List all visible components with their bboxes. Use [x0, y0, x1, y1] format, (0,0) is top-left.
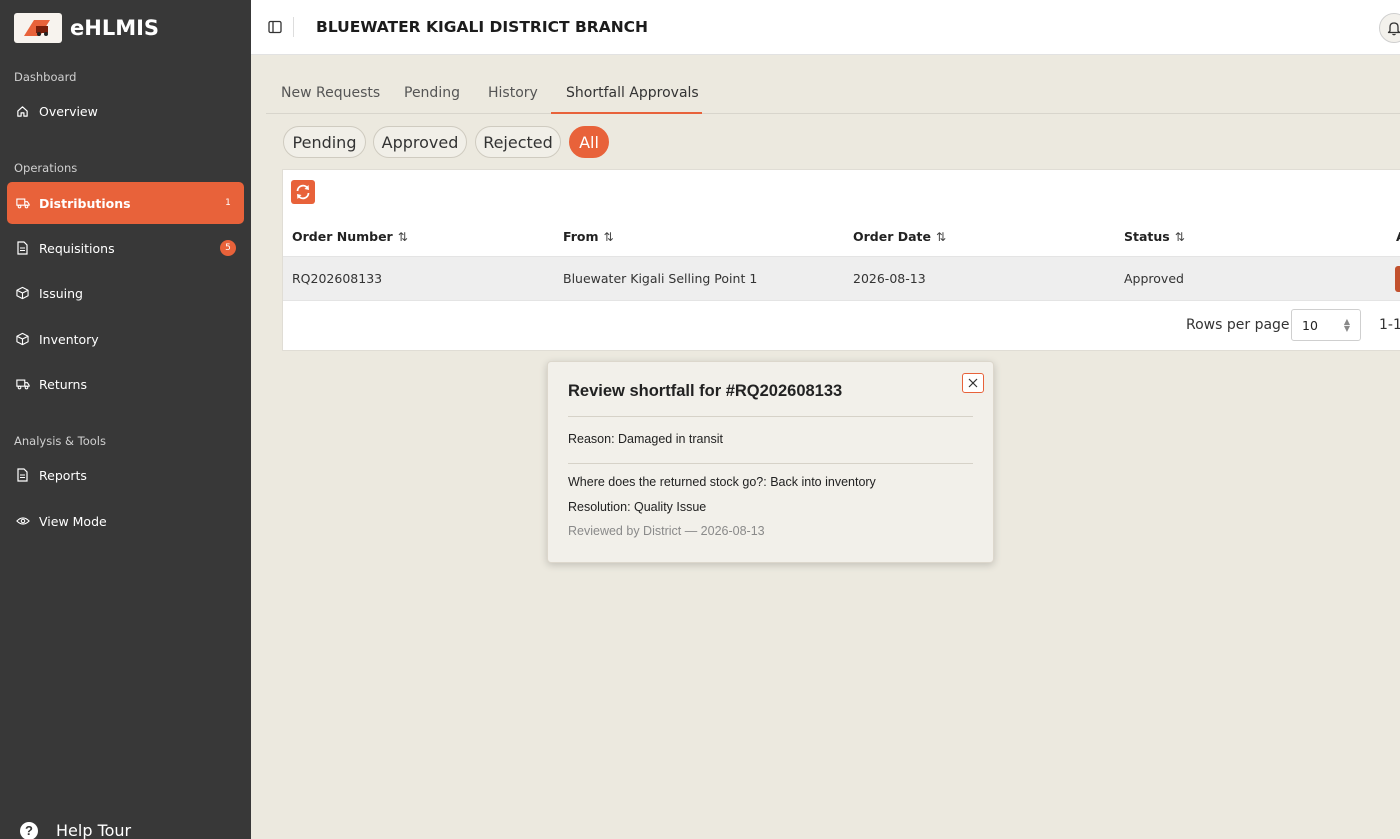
rows-per-page-value: 10	[1302, 317, 1318, 333]
sidebar-item-label: Distributions	[39, 195, 131, 211]
truck-icon	[15, 196, 30, 211]
sidebar-item-requisitions[interactable]: Requisitions 5	[7, 227, 244, 269]
sidebar-item-label: Inventory	[39, 331, 99, 347]
pagination-range: 1-1	[1379, 317, 1400, 333]
cell-status: Approved	[1124, 271, 1184, 286]
distributions-count-badge: 1	[225, 198, 231, 208]
sidebar-item-view-mode[interactable]: View Mode	[7, 500, 244, 542]
column-header-actions: A	[1396, 229, 1400, 244]
cell-order-date: 2026-08-13	[853, 271, 926, 286]
document-icon	[15, 468, 30, 483]
sidebar-item-label: Requisitions	[39, 240, 115, 256]
top-header: BLUEWATER KIGALI DISTRICT BRANCH	[251, 0, 1400, 55]
sidebar-item-label: View Mode	[39, 513, 107, 529]
sidebar-item-label: Overview	[39, 103, 98, 119]
reviewed-by: Reviewed by District — 2026-08-13	[568, 524, 765, 538]
sidebar-item-inventory[interactable]: Inventory	[7, 318, 244, 360]
help-tour-button[interactable]: ? Help Tour	[20, 821, 131, 839]
stock-destination: Where does the returned stock go?: Back …	[568, 475, 876, 489]
tab-pending[interactable]: Pending	[404, 85, 460, 101]
column-header-label: From	[563, 229, 599, 244]
table-row[interactable]: RQ202608133 Bluewater Kigali Selling Poi…	[283, 256, 1400, 301]
sidebar-toggle-icon[interactable]	[268, 20, 282, 34]
sort-icon: ⇅	[603, 229, 614, 244]
filter-pending-button[interactable]: Pending	[283, 126, 366, 158]
page-title: BLUEWATER KIGALI DISTRICT BRANCH	[316, 18, 649, 36]
filter-approved-button[interactable]: Approved	[373, 126, 467, 158]
header-divider	[293, 17, 294, 37]
brand: eHLMIS	[0, 0, 251, 55]
requisitions-count-badge: 5	[220, 240, 236, 256]
column-header-order-date[interactable]: Order Date ⇅	[853, 229, 946, 244]
divider	[568, 416, 973, 417]
column-header-status[interactable]: Status ⇅	[1124, 229, 1185, 244]
sort-icon: ⇅	[1174, 229, 1185, 244]
sidebar-item-label: Returns	[39, 376, 87, 392]
tab-bar: New Requests Pending History Shortfall A…	[266, 72, 1400, 114]
resolution: Resolution: Quality Issue	[568, 500, 707, 514]
divider	[568, 463, 973, 464]
column-header-from[interactable]: From ⇅	[563, 229, 614, 244]
rows-per-page-select[interactable]: 10 ▲ ▼	[1291, 309, 1361, 341]
sidebar-item-label: Reports	[39, 467, 87, 483]
tab-history[interactable]: History	[488, 85, 538, 101]
rows-per-page-label: Rows per page	[1186, 317, 1290, 333]
sidebar-item-reports[interactable]: Reports	[7, 454, 244, 496]
truck-logo	[14, 12, 62, 43]
sidebar-item-label: Issuing	[39, 285, 83, 301]
column-header-label: Status	[1124, 229, 1170, 244]
sidebar-item-distributions[interactable]: Distributions 1	[7, 182, 244, 224]
tab-new-requests[interactable]: New Requests	[281, 85, 380, 101]
section-label-analysis: Analysis & Tools	[14, 434, 106, 448]
refresh-icon[interactable]	[291, 180, 315, 204]
shortfall-reason: Reason: Damaged in transit	[568, 432, 723, 446]
box-icon	[15, 286, 30, 301]
sidebar: eHLMIS Dashboard Overview Operations Dis…	[0, 0, 251, 839]
home-icon	[15, 104, 30, 119]
column-header-order-number[interactable]: Order Number ⇅	[292, 229, 408, 244]
box-icon	[15, 332, 30, 347]
row-action-button[interactable]	[1395, 266, 1400, 292]
active-tab-indicator	[551, 112, 702, 114]
column-header-label: Order Date	[853, 229, 931, 244]
filter-rejected-button[interactable]: Rejected	[475, 126, 561, 158]
tab-shortfall-approvals[interactable]: Shortfall Approvals	[566, 85, 699, 101]
section-label-operations: Operations	[14, 161, 78, 175]
close-icon[interactable]	[962, 373, 984, 393]
help-tour-label: Help Tour	[56, 821, 132, 839]
column-header-label: Order Number	[292, 229, 393, 244]
sort-icon: ⇅	[397, 229, 408, 244]
question-icon: ?	[20, 821, 38, 839]
filter-all-button[interactable]: All	[569, 126, 609, 158]
document-icon	[15, 241, 30, 256]
notifications-bell-icon[interactable]	[1379, 13, 1400, 43]
cell-order-number: RQ202608133	[292, 271, 383, 286]
truck-icon	[15, 377, 30, 392]
column-header-label: A	[1396, 229, 1400, 244]
shortfall-table-card: Order Number ⇅ From ⇅ Order Date ⇅ Status ⇅ …	[282, 169, 1400, 351]
select-arrows-icon: ▲ ▼	[1343, 317, 1350, 333]
shortfall-review-dialog: Review shortfall for #RQ202608133 Reason…	[547, 361, 994, 563]
eye-icon	[15, 514, 30, 529]
section-label-dashboard: Dashboard	[14, 70, 77, 84]
brand-name: eHLMIS	[70, 15, 160, 40]
sort-icon: ⇅	[936, 229, 947, 244]
cell-from: Bluewater Kigali Selling Point 1	[563, 271, 758, 286]
sidebar-item-returns[interactable]: Returns	[7, 363, 244, 405]
sidebar-item-overview[interactable]: Overview	[7, 90, 244, 132]
dialog-title: Review shortfall for #RQ202608133	[568, 382, 843, 400]
sidebar-item-issuing[interactable]: Issuing	[7, 272, 244, 314]
